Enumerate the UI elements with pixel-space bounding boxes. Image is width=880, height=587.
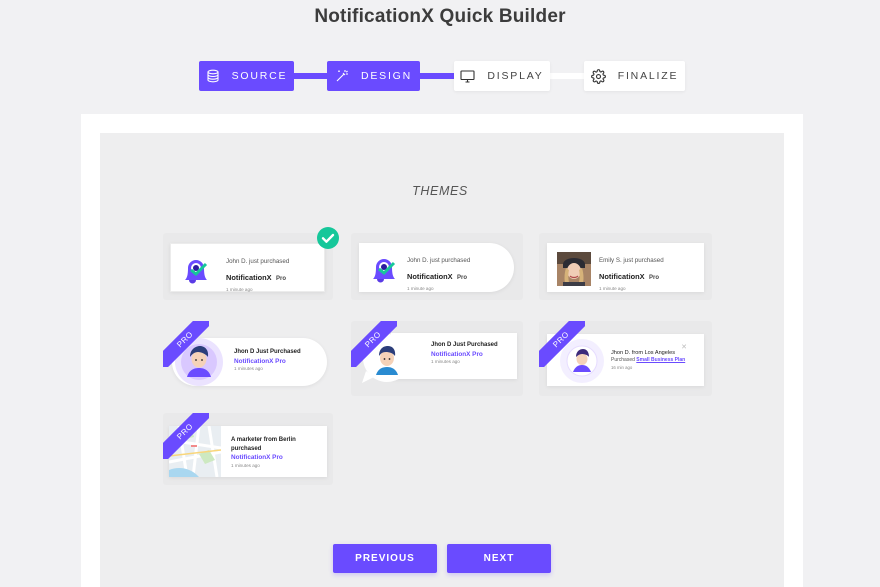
magic-wand-icon [335, 69, 349, 83]
step-design[interactable]: DESIGN [327, 61, 420, 91]
database-icon [206, 69, 220, 83]
monitor-icon [460, 69, 475, 83]
notification-message: Jhon D Just Purchased [431, 342, 498, 348]
step-progress: SOURCE DESIGN DISPLAY FINALIZE [0, 0, 880, 100]
theme-option-3[interactable]: Emily S. just purchased NotificationX Pr… [539, 233, 712, 300]
next-button[interactable]: NEXT [447, 544, 551, 573]
pro-ribbon: PRO [163, 321, 209, 367]
timestamp: 16 min ago [611, 364, 633, 370]
notification-message: A marketer from Berlin purchased [231, 437, 296, 452]
pro-ribbon: PRO [163, 413, 209, 459]
timestamp: 1 minutes ago [234, 365, 263, 371]
step-label: DISPLAY [487, 70, 544, 82]
bell-icon [179, 252, 213, 291]
timestamp: 1 minute ago [599, 285, 626, 291]
notification-message: Jhon D Just Purchased [234, 349, 301, 355]
product-name: Small Business Plan [636, 357, 686, 364]
notification-preview: Emily S. just purchased NotificationX Pr… [547, 243, 704, 292]
notification-message: Emily S. just purchased [599, 257, 664, 264]
step-connector [549, 73, 585, 79]
theme-option-2[interactable]: John D. just purchased NotificationX Pro… [351, 233, 523, 300]
theme-option-5[interactable]: Jhon D Just Purchased NotificationX Pro … [351, 321, 523, 396]
product-name: NotificationX [226, 273, 272, 283]
step-source[interactable]: SOURCE [199, 61, 294, 91]
timestamp: 1 minute ago [226, 286, 253, 292]
timestamp: 1 minute ago [407, 285, 434, 291]
step-connector [293, 73, 328, 79]
step-label: FINALIZE [617, 70, 679, 82]
pro-ribbon: PRO [351, 321, 397, 367]
pro-ribbon: PRO [539, 321, 585, 367]
product-name: NotificationX [407, 272, 453, 282]
notification-message: John D. just purchased [226, 258, 290, 265]
step-finalize[interactable]: FINALIZE [584, 61, 685, 91]
product-suffix: Pro [276, 276, 287, 283]
step-connector [419, 73, 455, 79]
step-label: SOURCE [231, 70, 288, 82]
theme-option-6[interactable]: ✕ Jhon D. from Los Angeles Purchased Sma… [539, 321, 712, 396]
product-suffix: Pro [649, 275, 660, 282]
bell-icon [367, 251, 401, 290]
gear-icon [590, 68, 606, 84]
step-label: DESIGN [360, 70, 413, 82]
notification-message: Jhon D. from Los Angeles [611, 350, 676, 356]
product-suffix: Pro [457, 275, 468, 282]
selected-check-icon [316, 226, 340, 255]
theme-option-1[interactable]: John D. just purchased NotificationX Pro… [163, 227, 339, 300]
timestamp: 1 minutes ago [431, 358, 460, 364]
product-name: NotificationX [599, 272, 645, 282]
theme-option-7[interactable]: A marketer from Berlin purchased Notific… [163, 413, 333, 485]
previous-button[interactable]: PREVIOUS [333, 544, 437, 573]
product-name: NotificationX Pro [231, 454, 283, 462]
notification-message: John D. just purchased [407, 257, 471, 264]
notification-preview: John D. just purchased NotificationX Pro… [170, 243, 325, 292]
product-name: NotificationX Pro [431, 350, 483, 358]
notification-preview: John D. just purchased NotificationX Pro… [359, 243, 514, 292]
avatar [557, 252, 591, 286]
timestamp: 1 minutes ago [231, 462, 260, 468]
purchase-label: Purchased [611, 357, 635, 364]
step-display[interactable]: DISPLAY [454, 61, 550, 91]
theme-option-4[interactable]: Jhon D Just Purchased NotificationX Pro … [163, 321, 333, 396]
themes-heading: THEMES [412, 184, 468, 198]
product-name: NotificationX Pro [234, 357, 286, 365]
